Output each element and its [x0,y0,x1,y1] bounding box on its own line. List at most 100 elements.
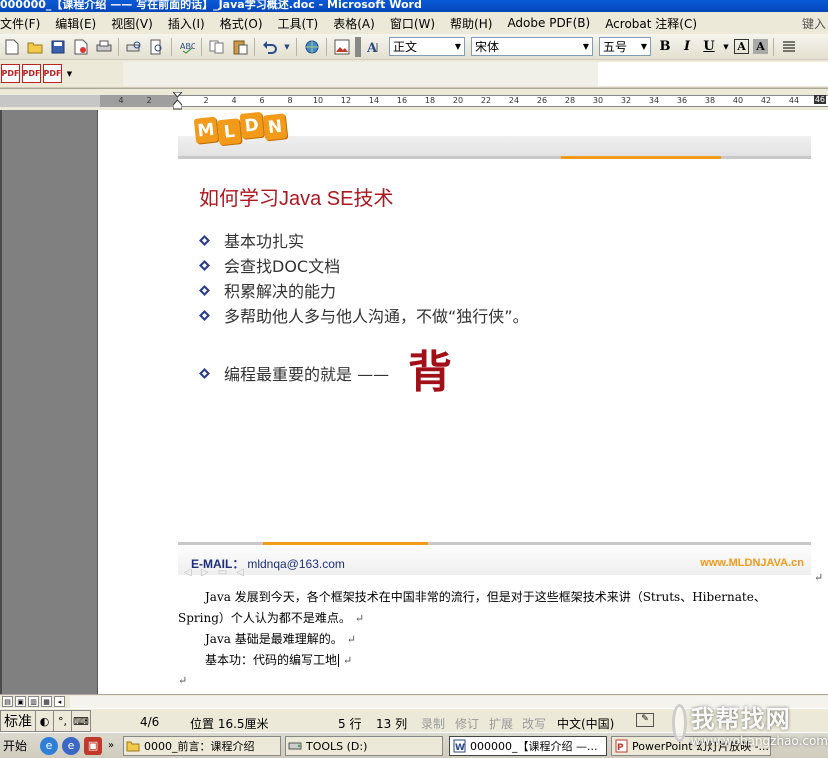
undo-icon[interactable] [260,37,279,56]
spelling-grammar-icon[interactable]: ABC [177,37,196,56]
menu-table[interactable]: 表格(A) [333,15,375,32]
normal-view-icon[interactable]: ▤ [2,696,13,707]
help-question-box[interactable]: 键入 [802,15,826,32]
menu-adobe-pdf[interactable]: Adobe PDF(B) [507,16,590,30]
status-page-frac: 4/6 [140,715,160,729]
underline-dropdown-icon[interactable]: ▼ [722,37,730,56]
ruler-gutter [0,95,100,107]
hyperlink-globe-icon[interactable] [302,37,321,56]
slide-footer-accent [263,542,428,545]
body-para-1-line-2[interactable]: Spring）个人认为都不是难点。 ↵ [178,609,364,626]
menu-tools[interactable]: 工具(T) [278,15,319,32]
print-icon[interactable] [94,37,113,56]
status-extend[interactable]: 扩展 [489,715,513,732]
empty-paragraph[interactable]: ↵ [178,673,187,687]
menu-edit[interactable]: 编辑(E) [55,15,96,32]
menu-acrobat-comments[interactable]: Acrobat 注释(C) [605,15,697,32]
paste-icon[interactable] [230,37,249,56]
ruler-tick-label: 16 [396,96,408,105]
preview-magnifier-icon[interactable] [147,37,166,56]
menu-insert[interactable]: 插入(I) [168,15,205,32]
quick-launch-more-icon[interactable]: » [108,740,114,751]
horizontal-ruler[interactable]: 4 2 2 4 6 8 10 12 14 16 18 20 22 24 26 28 30 32 34 36 38 40 42… [0,88,828,110]
print-view-icon[interactable]: ▥ [28,696,39,707]
reading-view-icon[interactable]: ◂ [54,696,65,707]
slide-bullet: 基本功扎实 [199,228,304,252]
toolbar-separator [773,37,774,56]
moon-halfwidth-icon[interactable]: ◐ [36,711,54,731]
punctuation-icon[interactable]: °, [54,711,72,731]
start-button[interactable]: 开始 [0,735,30,757]
align-justify-icon[interactable] [779,37,798,56]
toolbar-options-icon[interactable]: ▼ [65,64,74,83]
new-document-icon[interactable] [2,37,21,56]
insert-picture-icon[interactable] [332,37,351,56]
save-disk-icon[interactable] [48,37,67,56]
document-area[interactable]: M L D N 如何学习Java SE技术 基本功扎实 会查找DOC文档 积累解… [0,110,828,694]
pdf-review-icon[interactable]: PDF [43,64,62,83]
font-select[interactable]: 宋体 ▼ [471,37,593,56]
word-doc-icon: W [452,739,466,753]
diamond-bullet-icon [199,367,210,379]
toolbar-grip-icon[interactable] [355,36,361,57]
logo-letter: D [239,111,264,139]
status-overtype[interactable]: 改写 [522,715,546,732]
pdf-email-icon[interactable]: PDF [22,64,41,83]
copy-icon[interactable] [207,37,226,56]
undo-dropdown-icon[interactable]: ▼ [283,37,291,56]
ruler-tick-label: 40 [732,96,744,105]
spelling-status-icon[interactable]: ✎ [636,713,654,727]
para-text: Spring）个人认为都不是难点。 [178,611,351,625]
taskbar-item-folder[interactable]: 0000_前言：课程介绍 [123,736,281,756]
document-page[interactable]: M L D N 如何学习Java SE技术 基本功扎实 会查找DOC文档 积累解… [97,110,828,694]
paragraph-mark-icon: ↵ [346,633,356,646]
body-para-1-line-1[interactable]: Java 发展到今天，各个框架技术在中国非常的流行，但是对于这些框架技术来讲（S… [205,588,766,605]
pdf-toolbar: PDF PDF PDF ▼ [0,60,828,88]
menu-view[interactable]: 视图(V) [111,15,153,32]
paragraph-mark-icon: ↵ [354,612,365,625]
menu-help[interactable]: 帮助(H) [450,15,492,32]
ruler-tick-label: 6 [259,96,265,105]
pdf-convert-icon[interactable]: PDF [1,64,20,83]
outline-view-icon[interactable]: ▦ [41,696,52,707]
status-column: 13 列 [376,717,408,731]
diamond-bullet-icon [199,309,210,321]
magnifier-logo-icon [672,704,687,742]
internet-explorer-icon[interactable]: e [40,736,59,755]
permission-icon[interactable] [71,37,90,56]
underline-button[interactable]: U [700,38,718,56]
char-border-button[interactable]: A [734,39,749,54]
ruler-tick-label: 4 [118,96,124,105]
menu-format[interactable]: 格式(O) [220,15,263,32]
bold-button[interactable]: B [656,38,674,56]
web-view-icon[interactable]: ▣ [15,696,26,707]
watermark-url: www.wobangzhao.com [690,733,828,748]
menu-window[interactable]: 窗口(W) [390,15,435,32]
site-watermark: 我帮找网 www.wobangzhao.com [672,688,828,758]
print-preview-icon[interactable] [124,37,143,56]
embedded-slide[interactable]: M L D N 如何学习Java SE技术 基本功扎实 会查找DOC文档 积累解… [178,110,811,578]
paragraph-mark-icon: ↵ [178,674,188,687]
italic-button[interactable]: I [678,38,696,56]
menu-file[interactable]: 文件(F) [0,15,40,32]
status-track-changes[interactable]: 修订 [455,715,479,732]
toolbar-separator [254,37,255,56]
ime-mode-label[interactable]: 标准 [1,711,36,731]
quick-launch-app-icon[interactable]: ▣ [84,736,103,755]
char-shading-button[interactable]: A [753,39,768,54]
style-select[interactable]: 正文 ▼ [389,37,465,56]
start-label: 开始 [3,739,28,753]
browser-icon[interactable]: e [62,736,81,755]
soft-keyboard-icon[interactable]: ⌨ [72,711,90,731]
status-record[interactable]: 录制 [421,715,445,732]
styles-pane-icon[interactable]: A [365,37,384,56]
ruler-end-mark[interactable]: 46 [813,95,826,104]
body-para-3[interactable]: 基本功：代码的编写工地 ↵ [205,651,352,668]
indent-marker-icon[interactable] [173,92,182,110]
taskbar-item-word[interactable]: W 000000_【课程介绍 —... [449,736,607,756]
font-size-select[interactable]: 五号 ▼ [599,37,651,56]
folder-icon [126,739,140,753]
open-folder-icon[interactable] [25,37,44,56]
body-para-2[interactable]: Java 基础是最难理解的。 ↵ [205,630,356,647]
taskbar-item-drive[interactable]: TOOLS (D:) [285,736,443,756]
